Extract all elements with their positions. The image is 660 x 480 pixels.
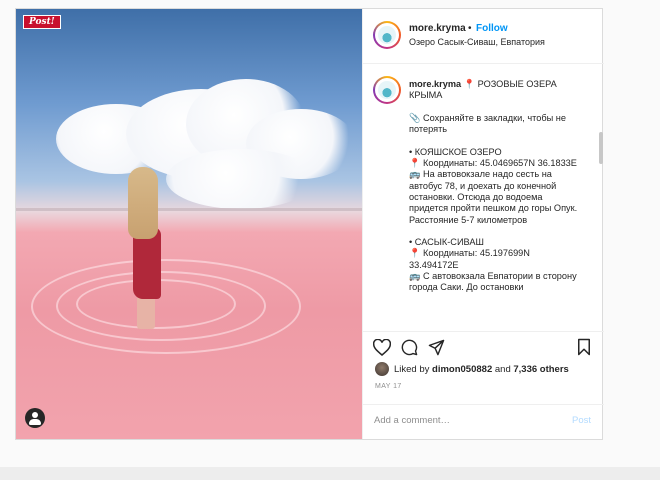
caption-text: more.kryma 📍 РОЗОВЫЕ ОЗЕРА КРЫМА 📎 Сохра… bbox=[409, 79, 581, 294]
post-photo[interactable]: Post! bbox=[16, 9, 362, 439]
caption-body: 📍 РОЗОВЫЕ ОЗЕРА КРЫМА 📎 Сохраняйте в зак… bbox=[409, 79, 578, 293]
comment-input[interactable]: Add a comment… bbox=[374, 415, 450, 426]
header-separator: • bbox=[468, 23, 472, 34]
likes-others-link[interactable]: 7,336 others bbox=[513, 364, 568, 375]
likes-line: Liked by dimon050882 and 7,336 others bbox=[375, 362, 569, 376]
bookmark-icon[interactable] bbox=[577, 338, 591, 356]
horizon-line bbox=[16, 208, 362, 211]
likes-middle: and bbox=[494, 363, 511, 375]
likes-prefix: Liked by bbox=[394, 363, 430, 375]
post-badge: Post! bbox=[23, 15, 61, 29]
caption-avatar[interactable] bbox=[373, 76, 401, 104]
location-link[interactable]: Озеро Сасык-Сиваш, Евпатория bbox=[409, 37, 545, 47]
liker-avatar[interactable] bbox=[375, 362, 389, 376]
post-sidebar: more.kryma • Follow Озеро Сасык-Сиваш, Е… bbox=[362, 9, 604, 439]
follow-button[interactable]: Follow bbox=[476, 23, 508, 34]
action-bar bbox=[363, 331, 604, 361]
cloud bbox=[166, 149, 316, 209]
caption-scrollbar[interactable] bbox=[599, 132, 603, 164]
caption-username[interactable]: more.kryma bbox=[409, 79, 461, 89]
caption-area: more.kryma 📍 РОЗОВЫЕ ОЗЕРА КРЫМА 📎 Сохра… bbox=[363, 64, 604, 329]
header-username[interactable]: more.kryma bbox=[409, 23, 466, 34]
girl-hair bbox=[128, 167, 158, 239]
heart-icon[interactable] bbox=[373, 339, 391, 356]
comment-icon[interactable] bbox=[401, 339, 418, 356]
page-footer-strip bbox=[0, 467, 660, 480]
comment-bar: Add a comment… Post bbox=[363, 404, 604, 439]
liker-username[interactable]: dimon050882 bbox=[432, 364, 492, 375]
water-ripple bbox=[31, 259, 301, 354]
instagram-post: Post! more.kryma • Follow Озеро Сасык-Си… bbox=[15, 8, 604, 440]
girl-legs bbox=[137, 295, 155, 329]
post-header: more.kryma • Follow Озеро Сасык-Сиваш, Е… bbox=[363, 9, 604, 64]
share-icon[interactable] bbox=[428, 339, 445, 356]
profile-avatar[interactable] bbox=[373, 21, 401, 49]
user-tag-icon[interactable] bbox=[25, 408, 45, 428]
post-date[interactable]: MAY 17 bbox=[375, 383, 402, 390]
post-comment-button[interactable]: Post bbox=[572, 415, 591, 426]
